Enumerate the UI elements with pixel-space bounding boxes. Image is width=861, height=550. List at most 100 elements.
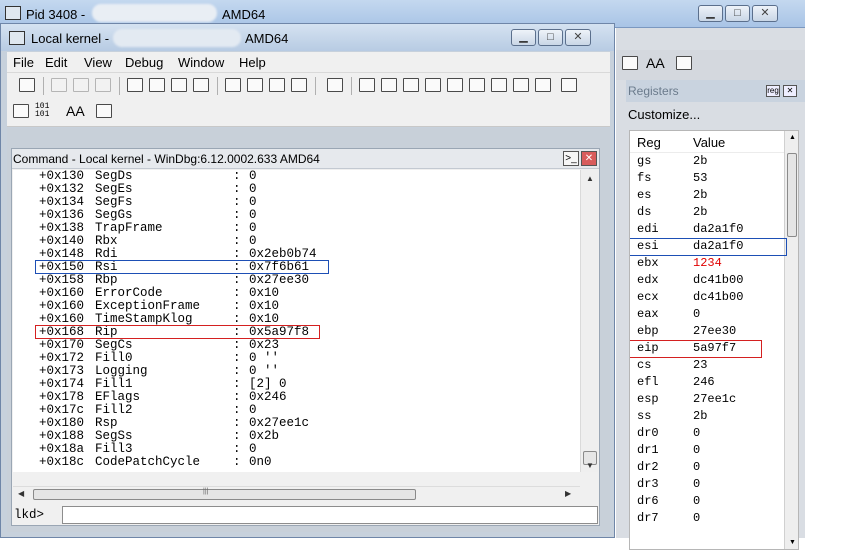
close-button[interactable]: ✕ xyxy=(565,29,591,46)
maximize-button[interactable]: □ xyxy=(725,5,750,22)
menu-view[interactable]: View xyxy=(84,55,112,70)
register-name: ebx xyxy=(637,256,659,270)
registers-scrollbar[interactable]: ▲ ▼ xyxy=(784,131,798,549)
register-row[interactable]: esp 27ee1c xyxy=(630,391,798,408)
register-value: 2b xyxy=(693,154,708,168)
break-icon[interactable] xyxy=(193,78,209,92)
register-value: 5a97f7 xyxy=(693,341,737,355)
hex-display-icon[interactable]: 101 101 xyxy=(35,103,49,119)
main-window-title: Local kernel - xyxy=(31,31,110,46)
restart-icon[interactable] xyxy=(149,78,165,92)
step-out-icon[interactable] xyxy=(269,78,285,92)
options-icon[interactable] xyxy=(96,104,112,118)
watch-window-icon[interactable] xyxy=(381,78,397,92)
register-name: esi xyxy=(637,239,659,253)
register-row[interactable]: dr6 0 xyxy=(630,493,798,510)
output-colon: : xyxy=(233,455,241,469)
minimize-button[interactable]: ▁ xyxy=(698,5,723,22)
command-output-vertical-scrollbar[interactable]: ▲ ▼ xyxy=(580,170,598,472)
register-value: 2b xyxy=(693,205,708,219)
command-output[interactable]: +0x130 SegDs:0 +0x132 SegEs:0 +0x134 SegFs:0 +… xyxy=(13,170,580,472)
locals-window-icon[interactable] xyxy=(403,78,419,92)
register-row[interactable]: dr2 0 xyxy=(630,459,798,476)
processes-threads-icon[interactable] xyxy=(535,78,551,92)
register-row[interactable]: es 2b xyxy=(630,187,798,204)
menu-help[interactable]: Help xyxy=(239,55,266,70)
registers-list[interactable]: Reg Value gs 2b fs 53 es 2b ds 2b edi da2a1f0 esi d… xyxy=(629,130,799,550)
customize-button[interactable]: Customize... xyxy=(628,107,700,122)
step-over-icon[interactable] xyxy=(247,78,263,92)
register-row[interactable]: fs 53 xyxy=(630,170,798,187)
run-to-cursor-icon[interactable] xyxy=(291,78,307,92)
registers-options-icon[interactable]: reg xyxy=(766,85,780,97)
register-row[interactable]: ebp 27ee30 xyxy=(630,323,798,340)
go-icon[interactable] xyxy=(127,78,143,92)
register-row[interactable]: ss 2b xyxy=(630,408,798,425)
back-window-client: AA Registers reg ✕ Customize... Reg Valu… xyxy=(616,28,805,550)
registers-close-icon[interactable]: ✕ xyxy=(783,85,797,97)
column-value[interactable]: Value xyxy=(693,135,725,150)
main-window-titlebar[interactable]: Local kernel - AMD64 ▁ □ ✕ xyxy=(1,24,614,51)
open-icon[interactable] xyxy=(19,78,35,92)
font-button[interactable]: AA xyxy=(646,55,665,71)
register-row[interactable]: cs 23 xyxy=(630,357,798,374)
column-reg[interactable]: Reg xyxy=(637,135,661,150)
source-mode-icon[interactable] xyxy=(13,104,29,118)
register-row[interactable]: edi da2a1f0 xyxy=(630,221,798,238)
register-row[interactable]: dr0 0 xyxy=(630,425,798,442)
minimize-button[interactable]: ▁ xyxy=(511,29,536,46)
register-row[interactable]: dr3 0 xyxy=(630,476,798,493)
command-output-horizontal-scrollbar[interactable]: ◀ ||| ▶ xyxy=(13,486,580,501)
output-field: CodePatchCycle xyxy=(95,455,201,469)
horizontal-scroll-thumb[interactable] xyxy=(33,489,416,500)
registers-pane-header: Registers reg ✕ xyxy=(626,80,805,102)
register-row[interactable]: gs 2b xyxy=(630,153,798,170)
menu-window[interactable]: Window xyxy=(178,55,224,70)
register-row[interactable]: dr7 0 xyxy=(630,510,798,527)
options-icon[interactable] xyxy=(676,56,692,70)
menu-file[interactable]: File xyxy=(13,55,34,70)
register-row[interactable]: eax 0 xyxy=(630,306,798,323)
register-name: dr0 xyxy=(637,426,659,440)
register-row[interactable]: ebx 1234 xyxy=(630,255,798,272)
command-window-titlebar[interactable]: Command - Local kernel - WinDbg:6.12.000… xyxy=(12,149,599,169)
disassembly-icon[interactable] xyxy=(491,78,507,92)
hand-icon[interactable] xyxy=(327,78,343,92)
registers-pane-title: Registers xyxy=(628,84,679,98)
copy-icon[interactable] xyxy=(73,78,89,92)
register-value: da2a1f0 xyxy=(693,239,744,253)
register-row[interactable]: dr1 0 xyxy=(630,442,798,459)
command-window-close-icon[interactable]: ✕ xyxy=(581,151,597,166)
register-row[interactable]: ds 2b xyxy=(630,204,798,221)
close-button[interactable]: ✕ xyxy=(752,5,778,22)
memory-window-icon[interactable] xyxy=(447,78,463,92)
register-row[interactable]: esi da2a1f0 xyxy=(630,238,798,255)
menu-edit[interactable]: Edit xyxy=(45,55,67,70)
register-row[interactable]: ecx dc41b00 xyxy=(630,289,798,306)
command-window-icon[interactable] xyxy=(359,78,375,92)
register-value: 27ee1c xyxy=(693,392,737,406)
paste-icon[interactable] xyxy=(95,78,111,92)
register-row[interactable]: eip 5a97f7 xyxy=(630,340,798,357)
window-split-icon[interactable] xyxy=(622,56,638,70)
register-row[interactable]: efl 246 xyxy=(630,374,798,391)
scratch-pad-icon[interactable] xyxy=(513,78,529,92)
register-value: 23 xyxy=(693,358,708,372)
command-window-menu-icon[interactable]: >_ xyxy=(563,151,579,166)
step-into-icon[interactable] xyxy=(225,78,241,92)
registers-window-icon[interactable] xyxy=(425,78,441,92)
menu-debug[interactable]: Debug xyxy=(125,55,163,70)
register-value: 0 xyxy=(693,511,701,525)
maximize-button[interactable]: □ xyxy=(538,29,563,46)
font-button[interactable]: AA xyxy=(66,103,85,119)
cut-icon[interactable] xyxy=(51,78,67,92)
stop-debugging-icon[interactable] xyxy=(171,78,187,92)
register-row[interactable]: edx dc41b00 xyxy=(630,272,798,289)
command-window-title: Command - Local kernel - WinDbg:6.12.000… xyxy=(13,152,320,166)
register-value: 1234 xyxy=(693,256,722,270)
command-input[interactable] xyxy=(62,506,598,524)
call-stack-icon[interactable] xyxy=(469,78,485,92)
register-name: fs xyxy=(637,171,652,185)
register-name: ds xyxy=(637,205,652,219)
command-prompt-icon[interactable] xyxy=(561,78,577,92)
